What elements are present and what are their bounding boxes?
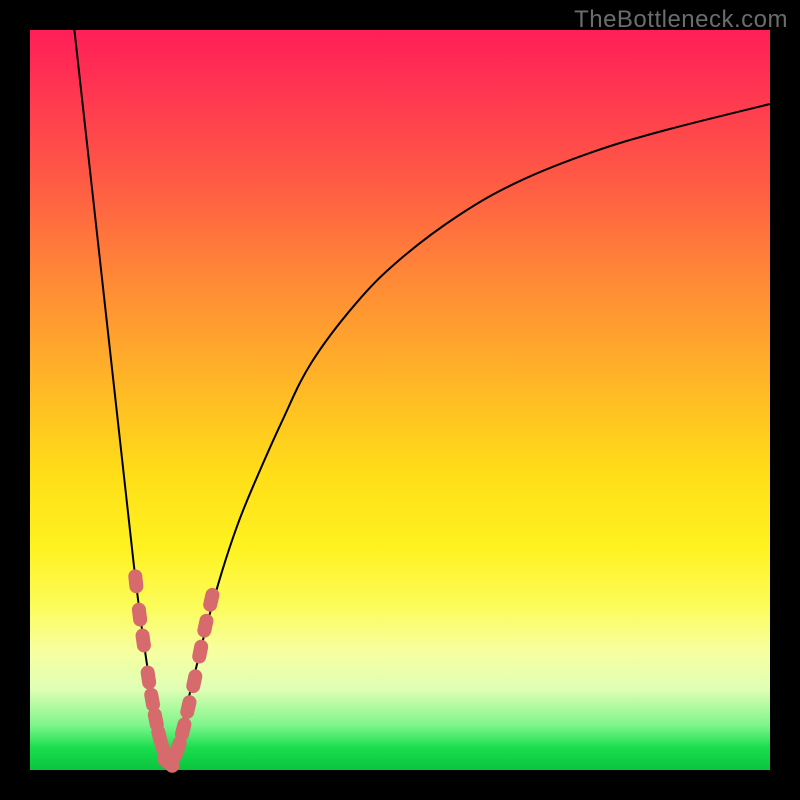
data-marker <box>140 665 157 691</box>
data-marker <box>202 587 221 614</box>
data-marker <box>179 694 198 721</box>
plot-area <box>30 30 770 770</box>
curve-left <box>74 30 168 770</box>
marker-group <box>128 569 221 776</box>
data-marker <box>191 638 209 664</box>
curve-right <box>168 104 770 770</box>
data-marker <box>128 569 145 594</box>
data-marker <box>131 602 148 628</box>
chart-root: TheBottleneck.com <box>0 0 800 800</box>
data-marker <box>135 628 152 654</box>
curve-overlay <box>30 30 770 770</box>
data-marker <box>196 612 215 638</box>
data-marker <box>185 668 204 694</box>
